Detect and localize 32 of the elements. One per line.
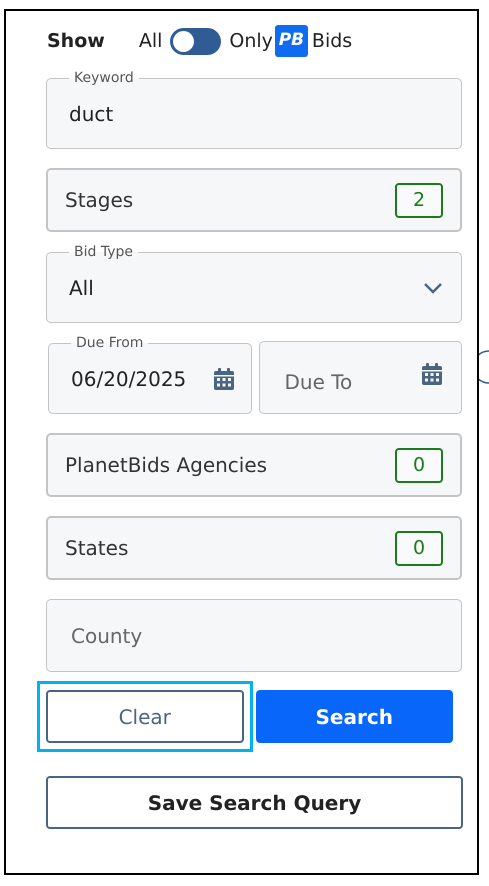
filter-field[interactable]: PlanetBids Agencies 0 xyxy=(46,433,462,497)
date-field[interactable]: Due To xyxy=(258,341,462,414)
placeholder-text: County xyxy=(71,622,142,650)
show-label: Show xyxy=(47,28,105,54)
county-field[interactable]: County xyxy=(46,599,462,672)
pb-badge: PB xyxy=(274,25,308,57)
count-badge: 0 xyxy=(395,448,443,482)
calendar-icon[interactable] xyxy=(421,362,443,384)
count-badge: 0 xyxy=(395,530,443,566)
only-option-label: Only xyxy=(229,28,273,54)
save-query-button[interactable]: Save Search Query xyxy=(46,776,463,829)
field-label: Keyword xyxy=(73,69,135,88)
keyword-field[interactable]: Keyword duct xyxy=(46,68,462,149)
field-label: States xyxy=(65,535,128,562)
field-value: duct xyxy=(69,101,114,128)
dropdown-field[interactable]: Bid Type All xyxy=(46,242,462,323)
filter-field[interactable]: States 0 xyxy=(46,516,462,580)
field-label: Stages xyxy=(65,187,134,214)
field-value: All xyxy=(69,275,94,302)
field-label: Bid Type xyxy=(73,243,134,262)
field-label: Due From xyxy=(75,334,144,353)
placeholder-text: Due To xyxy=(284,368,352,396)
toggle-switch[interactable] xyxy=(170,28,222,54)
calendar-icon[interactable] xyxy=(212,368,234,390)
bids-option-label: Bids xyxy=(312,28,352,54)
field-value: 06/20/2025 xyxy=(71,366,186,393)
chevron-down-icon xyxy=(423,282,443,294)
clear-button[interactable]: Clear xyxy=(37,681,252,752)
count-badge: 2 xyxy=(395,182,443,218)
field-label: PlanetBids Agencies xyxy=(65,452,268,479)
all-option-label: All xyxy=(138,28,162,54)
filter-field[interactable]: Stages 2 xyxy=(46,168,462,232)
